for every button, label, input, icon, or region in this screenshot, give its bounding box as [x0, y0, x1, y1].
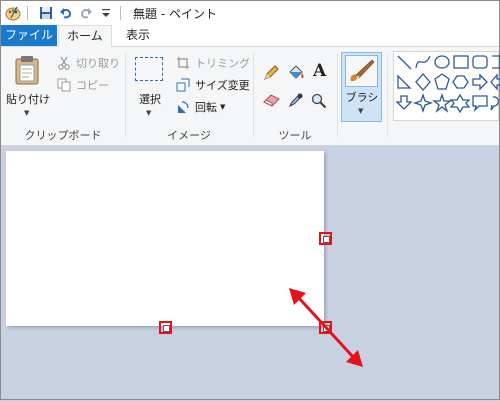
shape-five-point-star-icon[interactable]	[432, 92, 452, 113]
tab-home[interactable]: ホーム	[58, 25, 112, 47]
rotate-icon	[175, 99, 191, 115]
ribbon-tab-bar: ファイル ホーム 表示	[1, 25, 499, 47]
drawing-canvas[interactable]	[6, 151, 324, 326]
shape-six-point-star-icon[interactable]	[449, 93, 471, 114]
select-dropdown-icon[interactable]: ▼	[146, 109, 151, 117]
cut-button[interactable]: 切り取り	[56, 55, 120, 71]
shape-curve-icon[interactable]	[415, 55, 431, 69]
magnifier-icon[interactable]	[311, 93, 327, 112]
shape-polygon-icon[interactable]	[492, 55, 500, 69]
paste-dropdown-icon[interactable]: ▼	[24, 109, 29, 117]
shape-right-arrow-icon[interactable]	[472, 73, 488, 91]
paint-app-icon[interactable]	[5, 5, 21, 21]
cut-label: 切り取り	[76, 57, 120, 70]
crop-icon	[175, 55, 191, 71]
copy-button[interactable]: コピー	[56, 77, 109, 93]
selection-rectangle-icon	[135, 57, 163, 81]
save-icon[interactable]	[38, 5, 54, 21]
copy-label: コピー	[76, 79, 109, 92]
shape-down-arrow-icon[interactable]	[395, 95, 413, 110]
highlight-bottom-handle	[159, 321, 172, 334]
shape-left-arrow-icon[interactable]	[490, 73, 500, 91]
ribbon-group-divider	[253, 53, 254, 137]
shape-triangle-icon[interactable]	[397, 74, 412, 89]
highlight-right-handle	[319, 232, 332, 245]
paste-label: 貼り付け	[6, 93, 50, 106]
brushes-button[interactable]: ブラシ ▼	[341, 52, 382, 122]
shape-rectangle-icon[interactable]	[453, 55, 469, 69]
ribbon-group-divider	[387, 53, 388, 137]
color-picker-icon[interactable]	[288, 93, 303, 110]
crop-label: トリミング	[195, 57, 250, 70]
tab-file[interactable]: ファイル	[1, 25, 57, 46]
copy-icon	[56, 77, 72, 93]
rotate-button[interactable]: 回転 ▼	[175, 99, 225, 115]
title-divider	[120, 6, 121, 20]
fill-bucket-icon[interactable]	[287, 65, 305, 84]
brushes-dropdown-icon[interactable]: ▼	[358, 107, 363, 115]
quick-access-divider	[27, 6, 28, 20]
eraser-icon[interactable]	[263, 93, 281, 110]
shape-hexagon-icon[interactable]	[452, 75, 469, 89]
clipboard-group-label: クリップボード	[24, 129, 102, 142]
shape-diamond-icon[interactable]	[415, 73, 431, 91]
tab-view[interactable]: 表示	[115, 25, 161, 46]
window-title: 無題 - ペイント	[133, 6, 217, 21]
shape-callout-oval-icon[interactable]	[490, 96, 500, 111]
resize-icon	[175, 77, 191, 93]
brush-icon	[345, 55, 378, 90]
ribbon-group-divider	[125, 53, 126, 137]
shape-callout-rect-icon[interactable]	[472, 95, 488, 113]
resize-button[interactable]: サイズ変更	[175, 77, 250, 93]
shape-rounded-rectangle-icon[interactable]	[472, 55, 488, 69]
shape-line-icon[interactable]	[397, 55, 412, 70]
resize-label: サイズ変更	[195, 79, 250, 92]
shapes-gallery[interactable]	[393, 51, 500, 121]
text-tool-icon[interactable]: A	[313, 61, 326, 81]
pencil-icon[interactable]	[263, 65, 279, 84]
tools-group-label: ツール	[278, 129, 312, 142]
ribbon-group-divider	[337, 53, 338, 137]
image-group-label: イメージ	[167, 129, 211, 142]
crop-button[interactable]: トリミング	[175, 55, 250, 71]
customize-quick-access-icon[interactable]	[98, 5, 114, 21]
shape-four-point-star-icon[interactable]	[412, 92, 434, 114]
undo-icon[interactable]	[58, 5, 74, 21]
scissors-icon	[56, 55, 72, 71]
select-label: 選択	[139, 93, 161, 106]
paste-button[interactable]: 貼り付け ▼	[6, 51, 50, 123]
brushes-label: ブラシ	[345, 91, 379, 104]
redo-icon[interactable]	[78, 5, 94, 21]
rotate-dropdown-icon[interactable]: ▼	[220, 103, 225, 111]
title-bar: 無題 - ペイント	[1, 1, 499, 25]
ribbon-home: 貼り付け ▼ 切り取り コピー クリップボード 選択 ▼ トリミング サイズ変更…	[1, 47, 500, 146]
shape-pentagon-icon[interactable]	[434, 73, 450, 90]
highlight-corner-handle	[319, 321, 332, 334]
select-button[interactable]: 選択 ▼	[131, 53, 169, 123]
paste-icon	[14, 55, 40, 88]
rotate-label: 回転	[195, 101, 217, 114]
shape-oval-icon[interactable]	[434, 55, 450, 69]
